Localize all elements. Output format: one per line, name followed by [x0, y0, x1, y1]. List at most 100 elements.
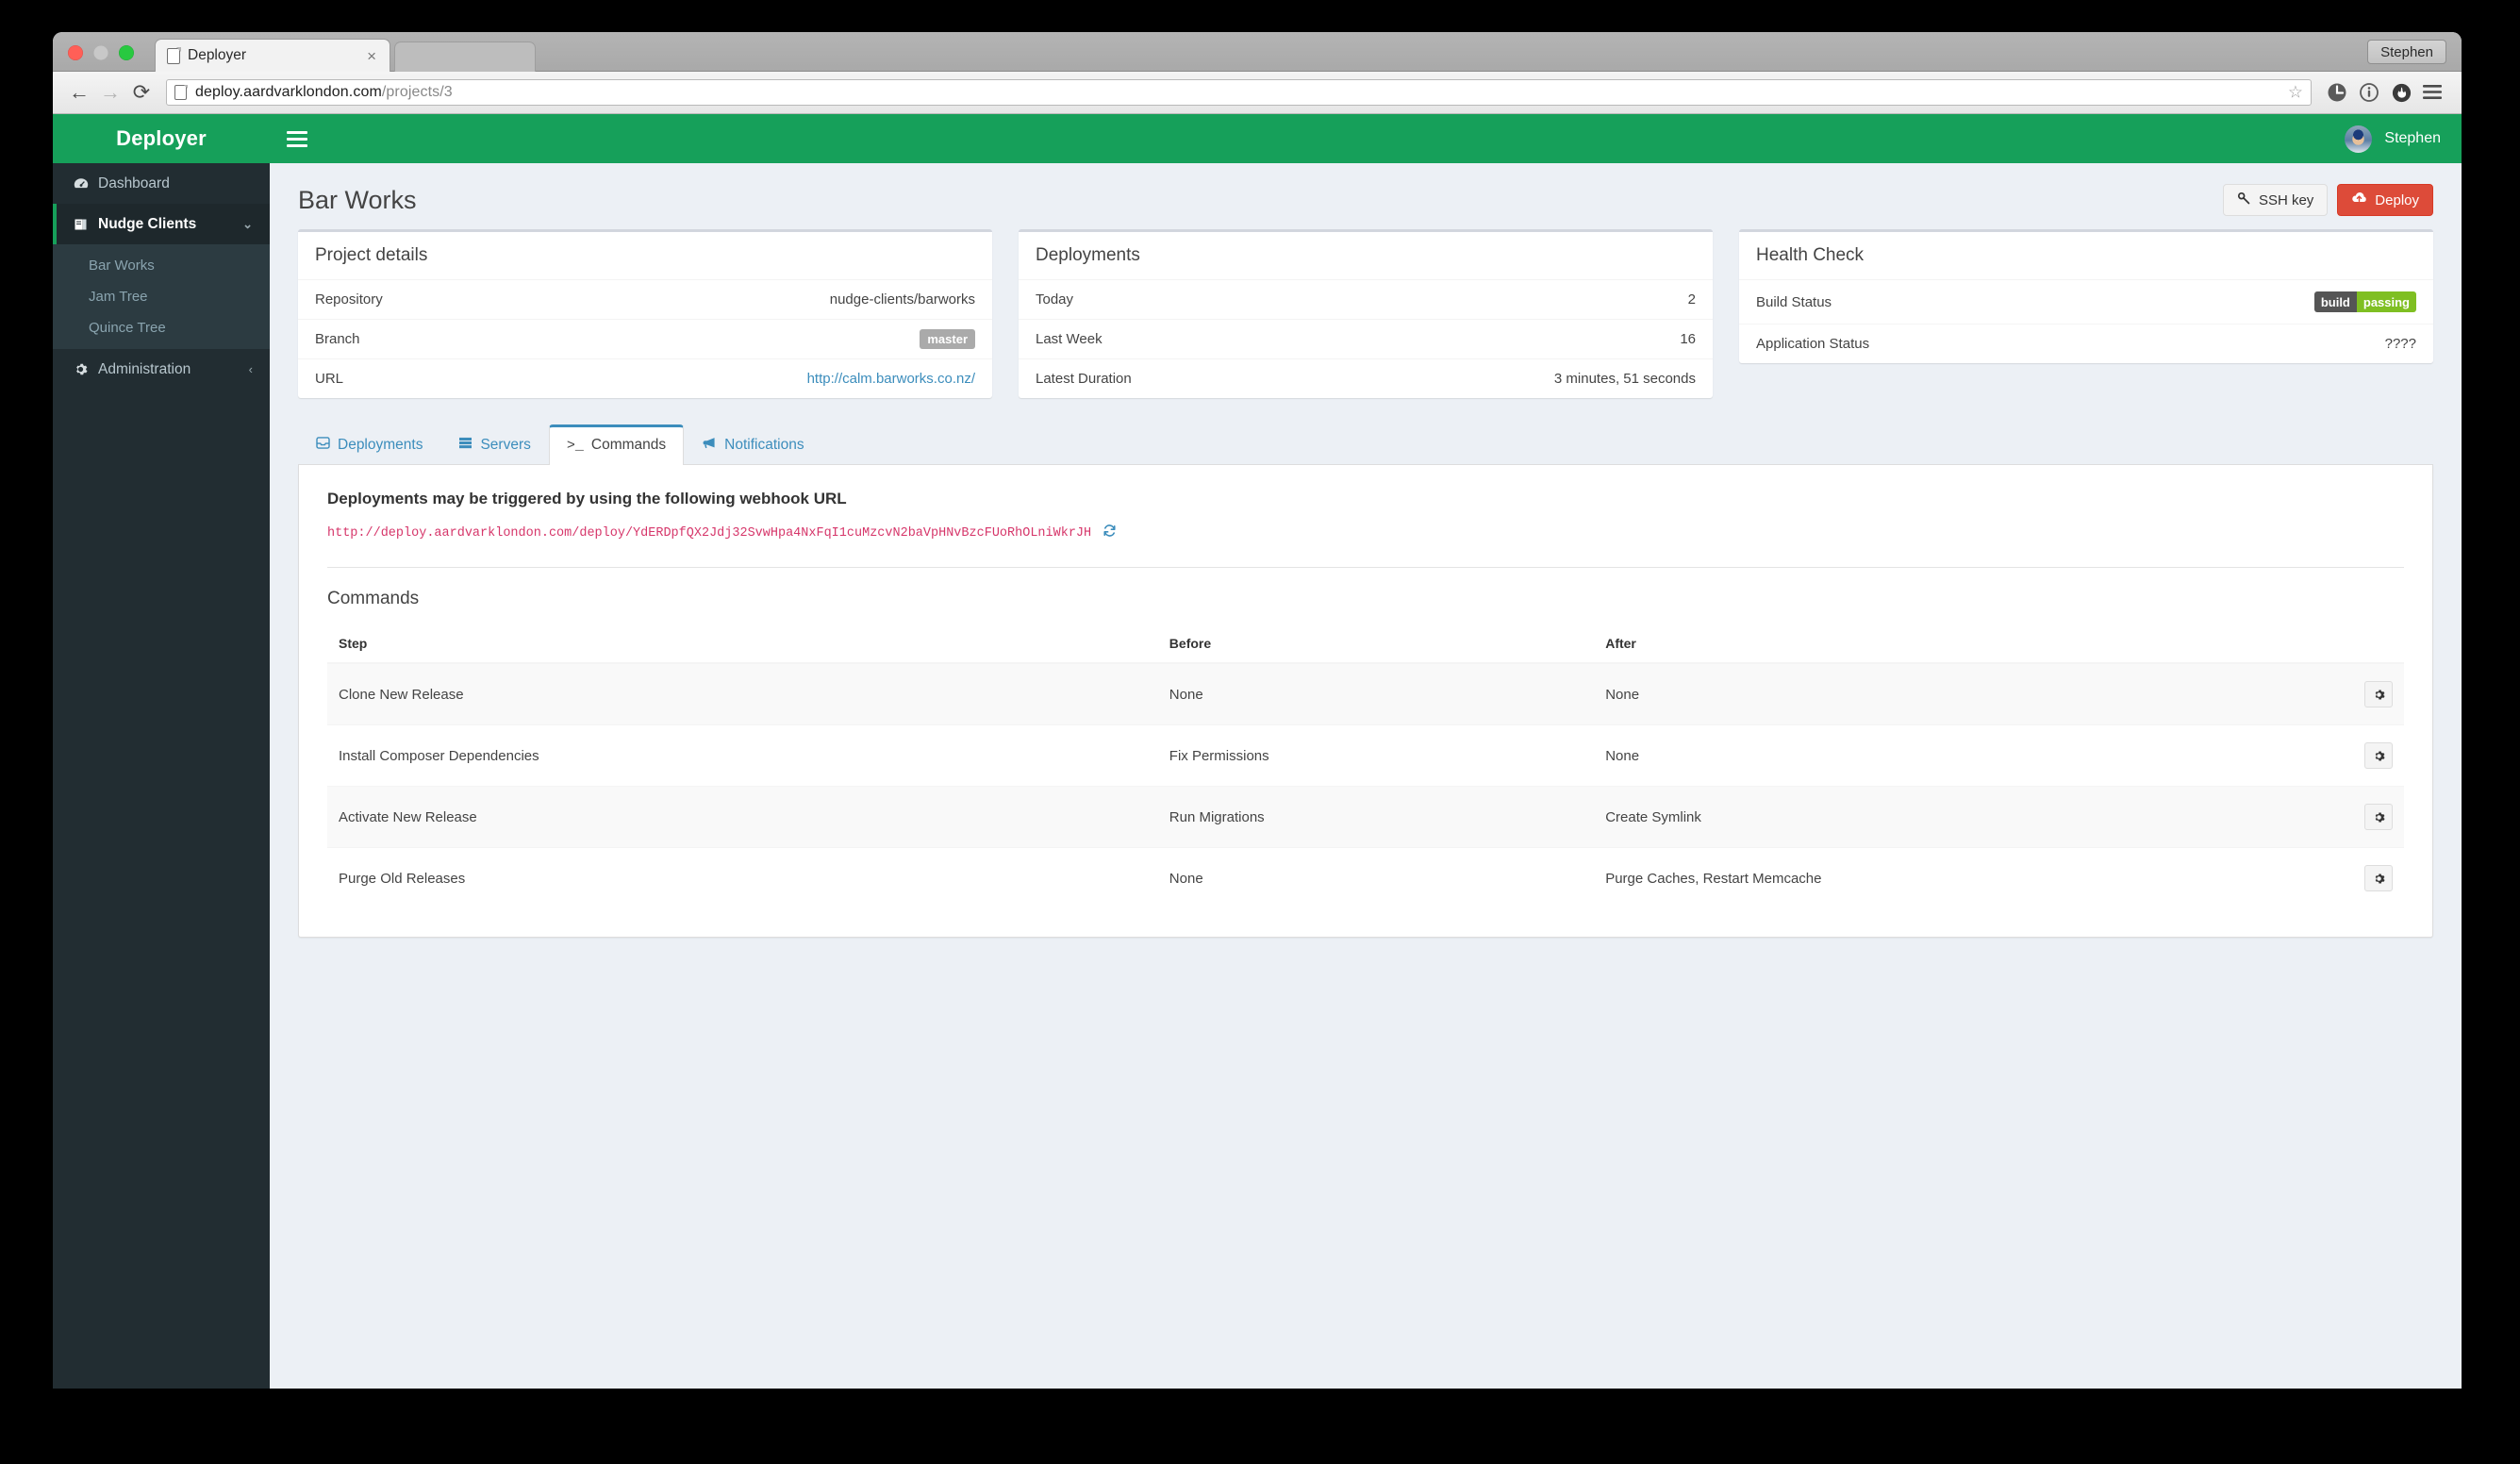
flame-icon[interactable] [2385, 78, 2417, 107]
list-item: Build Status build passing [1739, 279, 2433, 324]
cell-after: None [1594, 724, 2217, 787]
info-panels-row: Project details Repository nudge-clients… [270, 229, 2462, 398]
badge-right-label: passing [2356, 291, 2416, 312]
close-icon[interactable]: × [361, 48, 382, 64]
column-header-after: After [1594, 626, 2217, 664]
cell-actions [2216, 786, 2404, 848]
tab-container: Deployments Servers >_ Commands Notifica… [298, 424, 2433, 938]
url-path: /projects/3 [381, 84, 453, 100]
clock-icon[interactable] [2321, 78, 2353, 107]
cloud-upload-icon [2351, 191, 2367, 208]
row-label: Today [1036, 291, 1074, 308]
cell-after: None [1594, 662, 2217, 725]
navbar-user-menu[interactable]: Stephen [2345, 125, 2441, 153]
reload-button[interactable]: ⟳ [127, 78, 156, 107]
panel-title: Deployments [1036, 245, 1140, 265]
sidebar-item-bar-works[interactable]: Bar Works [53, 250, 270, 281]
page-header: Bar Works SSH key Deploy [270, 163, 2462, 229]
list-item: Branch master [298, 319, 992, 358]
deploy-button[interactable]: Deploy [2337, 184, 2433, 216]
row-value: nudge-clients/barworks [829, 291, 975, 308]
tab-label: Servers [480, 437, 531, 453]
tab-servers[interactable]: Servers [440, 424, 548, 465]
branch-badge: master [920, 329, 975, 349]
tab-label: Notifications [724, 437, 804, 453]
cell-before: None [1157, 847, 1595, 908]
maximize-window-button[interactable] [119, 45, 134, 60]
panel-header: Deployments [1019, 232, 1713, 279]
address-bar[interactable]: deploy.aardvarklondon.com/projects/3 ☆ [166, 79, 2312, 106]
list-item: Repository nudge-clients/barworks [298, 279, 992, 319]
health-check-panel: Health Check Build Status build passing [1739, 229, 2433, 363]
row-label: Build Status [1756, 293, 1832, 310]
table-row: Install Composer Dependencies Fix Permis… [327, 724, 2404, 787]
health-check-list: Build Status build passing Application S… [1739, 279, 2433, 363]
webhook-url-row: http://deploy.aardvarklondon.com/deploy/… [327, 524, 2404, 542]
page-title: Bar Works [298, 185, 417, 214]
app-brand[interactable]: Deployer [53, 114, 270, 163]
server-icon [458, 437, 472, 454]
window-user-button[interactable]: Stephen [2367, 40, 2446, 64]
new-tab-button[interactable] [394, 42, 536, 72]
page-info-icon [174, 84, 188, 100]
url-host: deploy.aardvarklondon.com [195, 84, 382, 100]
sidebar-item-quince-tree[interactable]: Quince Tree [53, 312, 270, 343]
row-value: http://calm.barworks.co.nz/ [807, 371, 975, 387]
sidebar-item-label: Administration [98, 360, 191, 377]
cell-step: Purge Old Releases [327, 847, 1158, 908]
cell-step: Activate New Release [327, 786, 1158, 848]
panel-header: Health Check [1739, 232, 2433, 279]
close-window-button[interactable] [68, 45, 83, 60]
browser-tabstrip: Deployer × Stephen [53, 32, 2462, 72]
webhook-url-text[interactable]: http://deploy.aardvarklondon.com/deploy/… [327, 526, 1091, 541]
top-navbar: Stephen [270, 114, 2462, 163]
back-button[interactable]: ← [65, 78, 93, 107]
sidebar-item-dashboard[interactable]: Dashboard [53, 163, 270, 204]
gear-icon[interactable] [2364, 681, 2393, 707]
panel-title: Project details [315, 245, 428, 265]
forward-button[interactable]: → [96, 78, 124, 107]
sidebar-item-jam-tree[interactable]: Jam Tree [53, 281, 270, 312]
deploy-label: Deploy [2375, 191, 2419, 208]
row-label: URL [315, 371, 344, 387]
row-label: Repository [315, 291, 383, 308]
sidebar-item-administration[interactable]: Administration ‹ [53, 349, 270, 390]
bookmark-star-icon[interactable]: ☆ [2288, 83, 2303, 103]
cell-after: Purge Caches, Restart Memcache [1594, 847, 2217, 908]
gear-icon[interactable] [2364, 865, 2393, 891]
gear-icon[interactable] [2364, 742, 2393, 769]
project-url-link[interactable]: http://calm.barworks.co.nz/ [807, 371, 975, 387]
refresh-icon[interactable] [1102, 524, 1117, 542]
gear-icon [74, 362, 98, 376]
table-row: Clone New Release None None [327, 662, 2404, 725]
minimize-window-button[interactable] [93, 45, 108, 60]
sidebar-item-nudge-clients[interactable]: Nudge Clients ⌄ [53, 204, 270, 244]
tab-commands[interactable]: >_ Commands [548, 424, 685, 465]
menu-icon[interactable] [2417, 78, 2449, 107]
tab-deployments[interactable]: Deployments [298, 424, 440, 465]
commands-tab-pane: Deployments may be triggered by using th… [298, 465, 2433, 938]
panel-header: Project details [298, 232, 992, 279]
page-content: Bar Works SSH key Deploy Project details… [270, 163, 2462, 1389]
tab-label: Commands [590, 437, 667, 453]
browser-toolbar: ← → ⟳ deploy.aardvarklondon.com/projects… [53, 72, 2462, 114]
menu-toggle-icon[interactable] [287, 130, 307, 147]
gear-icon[interactable] [2364, 804, 2393, 830]
dashboard-icon [74, 177, 98, 191]
sidebar: Deployer Dashboard Nudge Clients ⌄ Bar W… [53, 114, 270, 1389]
list-item: Application Status ???? [1739, 324, 2433, 363]
table-row: Activate New Release Run Migrations Crea… [327, 786, 2404, 848]
tab-bar: Deployments Servers >_ Commands Notifica… [298, 424, 2433, 465]
info-icon[interactable] [2353, 78, 2385, 107]
content-column: Stephen Bar Works SSH key Deploy Project… [270, 114, 2462, 1389]
row-value: build passing [2313, 291, 2416, 312]
tab-notifications[interactable]: Notifications [684, 424, 821, 465]
commands-table: Step Before After Clone New Release None [327, 626, 2404, 908]
list-item: Today 2 [1019, 279, 1713, 319]
browser-tab[interactable]: Deployer × [155, 39, 390, 72]
ssh-key-button[interactable]: SSH key [2222, 184, 2329, 216]
application-status-value: ???? [2384, 336, 2416, 352]
cell-before: None [1157, 662, 1595, 725]
book-icon [74, 218, 98, 231]
table-body: Clone New Release None None Install Comp… [327, 662, 2404, 908]
